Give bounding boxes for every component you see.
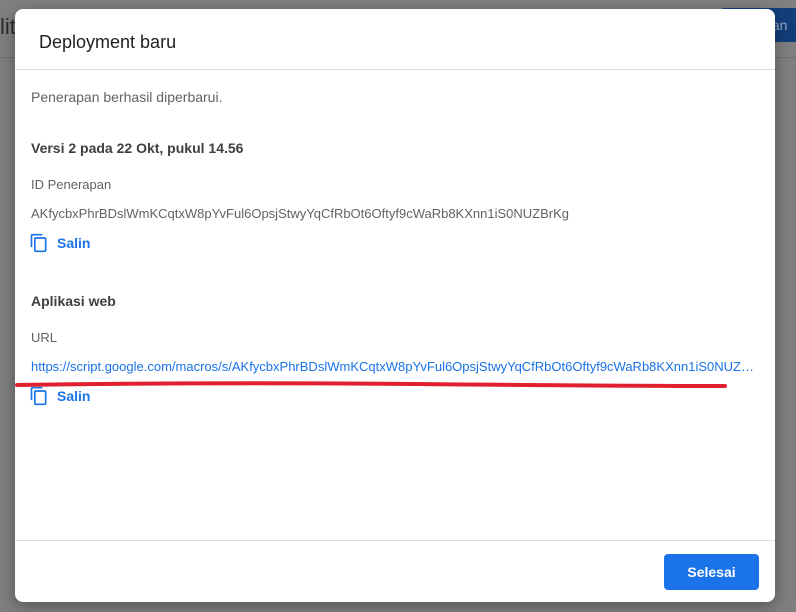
dialog-footer: Selesai	[15, 540, 775, 602]
url-label: URL	[31, 330, 58, 345]
done-button[interactable]: Selesai	[664, 554, 759, 590]
background-title: lit	[0, 14, 16, 39]
copy-url-button[interactable]: Salin	[29, 386, 90, 406]
copy-icon	[30, 233, 47, 253]
red-annotation-underline	[15, 381, 727, 388]
copy-icon	[30, 386, 47, 406]
web-app-url-link[interactable]: https://script.google.com/macros/s/AKfyc…	[31, 359, 759, 374]
copy-deployment-id-label: Salin	[57, 235, 91, 251]
success-message: Penerapan berhasil diperbarui.	[31, 89, 223, 105]
dialog-title: Deployment baru	[39, 32, 177, 52]
copy-deployment-id-button[interactable]: Salin	[29, 233, 90, 253]
dialog-header: Deployment baru	[15, 9, 775, 70]
copy-url-label: Salin	[57, 388, 91, 404]
deployment-id-value: AKfycbxPhrBDslWmKCqtxW8pYvFul6OpsjStwyYq…	[31, 206, 569, 221]
version-title: Versi 2 pada 22 Okt, pukul 14.56	[31, 140, 244, 156]
dialog-body: Penerapan berhasil diperbarui. Versi 2 p…	[15, 70, 775, 540]
deployment-id-label: ID Penerapan	[31, 177, 112, 192]
deployment-dialog: Deployment baru Penerapan berhasil diper…	[15, 9, 775, 602]
web-app-section-title: Aplikasi web	[31, 293, 116, 309]
